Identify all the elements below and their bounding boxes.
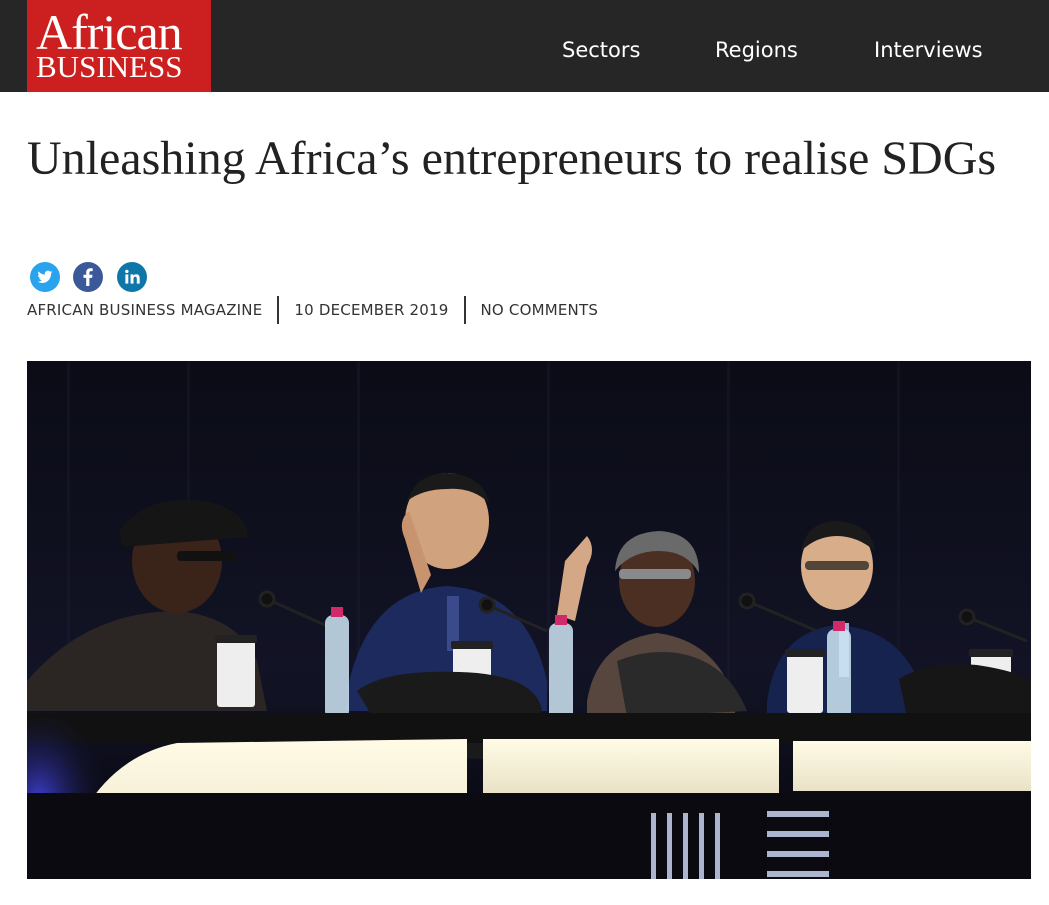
twitter-icon[interactable] — [30, 262, 60, 292]
author-link[interactable]: AFRICAN BUSINESS MAGAZINE — [27, 301, 262, 319]
publish-date: 10 DECEMBER 2019 — [294, 301, 449, 319]
article-title: Unleashing Africa’s entrepreneurs to rea… — [27, 132, 997, 185]
nav-interviews[interactable]: Interviews — [874, 0, 983, 92]
logo-line-2: BUSINESS — [36, 49, 183, 84]
nav-sectors[interactable]: Sectors — [562, 0, 640, 92]
facebook-icon[interactable] — [73, 262, 103, 292]
comments-link[interactable]: NO COMMENTS — [481, 301, 599, 319]
article-meta: AFRICAN BUSINESS MAGAZINE 10 DECEMBER 20… — [27, 296, 598, 324]
linkedin-icon[interactable] — [117, 262, 147, 292]
top-nav-bar: African BUSINESS Sectors Regions Intervi… — [0, 0, 1049, 92]
site-logo[interactable]: African BUSINESS — [27, 0, 211, 92]
meta-divider — [463, 296, 466, 324]
meta-divider — [277, 296, 280, 324]
nav-regions[interactable]: Regions — [715, 0, 798, 92]
hero-image — [27, 361, 1031, 879]
